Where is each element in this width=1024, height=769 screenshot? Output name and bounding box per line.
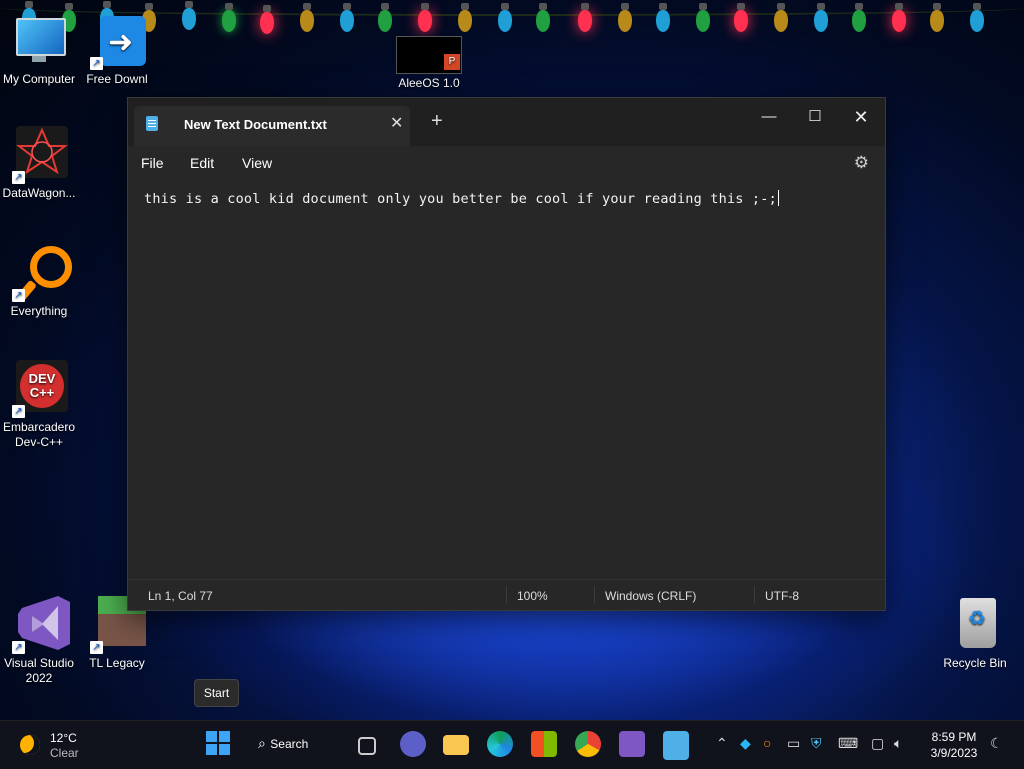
security-icon[interactable]: ⛨ bbox=[811, 735, 822, 752]
visual-studio-taskbar-icon[interactable] bbox=[619, 731, 645, 757]
status-encoding[interactable]: UTF-8 bbox=[765, 589, 799, 603]
desktop-icon-visual-studio[interactable]: ↗ Visual Studio 2022 bbox=[0, 596, 78, 686]
desktop-icon-devcpp[interactable]: DEV C++ ↗ Embarcadero Dev-C++ bbox=[0, 360, 78, 450]
teams-chat-icon[interactable] bbox=[400, 731, 426, 757]
notification-moon-icon[interactable]: ☾ bbox=[990, 735, 1003, 752]
status-position: Ln 1, Col 77 bbox=[148, 589, 213, 603]
search-icon: ⌕ bbox=[258, 735, 266, 751]
visual-studio-icon: ↗ bbox=[10, 596, 70, 654]
tab-close-icon[interactable]: ✕ bbox=[390, 113, 403, 133]
devcpp-icon: DEV C++ ↗ bbox=[10, 360, 68, 418]
close-button[interactable]: ✕ bbox=[838, 102, 884, 134]
cloud-icon[interactable]: ◆ bbox=[740, 735, 751, 752]
arrow-icon: ➜ ↗ bbox=[88, 12, 146, 70]
new-tab-button[interactable]: + bbox=[431, 110, 443, 133]
icon-label: Everything bbox=[10, 304, 68, 318]
taskbar: 12°C Clear ⌕ Search ⌃ ◆ ○ ▭ ⛨ ⌨ ▢ 🔈︎ 8:5… bbox=[0, 720, 1024, 769]
icon-label: Recycle Bin bbox=[943, 656, 1007, 670]
desktop-icon-recycle-bin[interactable]: ♻ Recycle Bin bbox=[936, 596, 1014, 671]
notepad-window[interactable]: New Text Document.txt ✕ + — ☐ ✕ File Edi… bbox=[127, 97, 886, 611]
title-bar[interactable]: New Text Document.txt ✕ + — ☐ ✕ bbox=[128, 98, 885, 146]
file-explorer-icon[interactable] bbox=[443, 735, 469, 755]
chevron-up-icon[interactable]: ⌃ bbox=[716, 735, 728, 752]
notepad-icon bbox=[146, 116, 158, 131]
shortcut-arrow-icon: ↗ bbox=[12, 405, 25, 418]
minimize-button[interactable]: — bbox=[746, 102, 792, 134]
powerpoint-thumbnail-icon: P bbox=[396, 36, 462, 74]
icon-label: My Computer bbox=[2, 72, 76, 86]
shortcut-arrow-icon: ↗ bbox=[12, 171, 25, 184]
status-bar: Ln 1, Col 77 100% Windows (CRLF) UTF-8 bbox=[128, 579, 885, 610]
settings-gear-icon[interactable]: ⚙ bbox=[854, 153, 869, 173]
desktop-icon-free-download[interactable]: ➜ ↗ Free Downl bbox=[78, 12, 156, 87]
icon-label: TL Legacy bbox=[89, 656, 145, 670]
status-line-ending[interactable]: Windows (CRLF) bbox=[605, 589, 696, 603]
store-icon[interactable] bbox=[531, 731, 557, 757]
status-zoom[interactable]: 100% bbox=[517, 589, 548, 603]
moon-icon bbox=[20, 735, 40, 755]
document-text: this is a cool kid document only you bet… bbox=[144, 191, 777, 207]
notepad-taskbar-icon[interactable] bbox=[663, 731, 689, 760]
desktop-icon-datawagon[interactable]: ↗ DataWagon... bbox=[0, 126, 78, 201]
shortcut-arrow-icon: ↗ bbox=[90, 57, 103, 70]
icon-label: DataWagon... bbox=[2, 186, 76, 200]
start-tooltip: Start bbox=[194, 679, 239, 707]
menu-view[interactable]: View bbox=[242, 155, 272, 171]
weather-desc: Clear bbox=[50, 746, 79, 760]
monitor-icon bbox=[10, 12, 68, 70]
menu-file[interactable]: File bbox=[141, 155, 164, 171]
menu-edit[interactable]: Edit bbox=[190, 155, 214, 171]
icon-label: Visual Studio 2022 bbox=[4, 656, 74, 685]
tab-document[interactable]: New Text Document.txt ✕ bbox=[134, 106, 410, 146]
maximize-button[interactable]: ☐ bbox=[792, 102, 838, 134]
start-windows-icon[interactable] bbox=[206, 731, 232, 757]
menu-bar: File Edit View ⚙ bbox=[128, 146, 885, 180]
clock-time: 8:59 PM bbox=[931, 730, 977, 744]
desktop-icon-everything[interactable]: ↗ Everything bbox=[0, 244, 78, 319]
text-caret bbox=[777, 190, 779, 206]
search-label: Search bbox=[270, 737, 309, 751]
tab-title: New Text Document.txt bbox=[184, 117, 327, 132]
search-button[interactable]: ⌕ Search bbox=[258, 735, 308, 753]
recycle-bin-icon: ♻ bbox=[946, 596, 1004, 654]
weather-temp: 12°C bbox=[50, 731, 77, 745]
clock[interactable]: 8:59 PM 3/9/2023 bbox=[926, 729, 982, 761]
datawagon-icon: ↗ bbox=[10, 126, 68, 184]
weather-widget[interactable]: 12°C Clear bbox=[18, 729, 98, 761]
clock-date: 3/9/2023 bbox=[930, 746, 978, 760]
desktop-icon-aleeos[interactable]: P AleeOS 1.0 bbox=[390, 36, 468, 91]
shortcut-arrow-icon: ↗ bbox=[90, 641, 103, 654]
network-icon[interactable]: ▢ bbox=[871, 735, 884, 752]
keyboard-icon[interactable]: ⌨ bbox=[838, 735, 858, 752]
text-editor[interactable]: this is a cool kid document only you bet… bbox=[128, 180, 885, 577]
icon-label: Free Downl bbox=[86, 72, 148, 86]
everything-tray-icon[interactable]: ○ bbox=[763, 735, 771, 751]
magnifier-icon: ↗ bbox=[10, 244, 72, 303]
icon-label: AleeOS 1.0 bbox=[398, 76, 460, 90]
icon-label: Embarcadero Dev-C++ bbox=[2, 420, 76, 449]
drive-icon[interactable]: ▭ bbox=[787, 735, 800, 752]
edge-icon[interactable] bbox=[487, 731, 513, 757]
shortcut-arrow-icon: ↗ bbox=[12, 289, 25, 302]
task-view-icon[interactable] bbox=[358, 737, 376, 755]
shortcut-arrow-icon: ↗ bbox=[12, 641, 25, 654]
volume-icon[interactable]: 🔈︎ bbox=[894, 735, 902, 752]
chrome-icon[interactable] bbox=[575, 731, 601, 757]
desktop-icon-my-computer[interactable]: My Computer bbox=[0, 12, 78, 87]
